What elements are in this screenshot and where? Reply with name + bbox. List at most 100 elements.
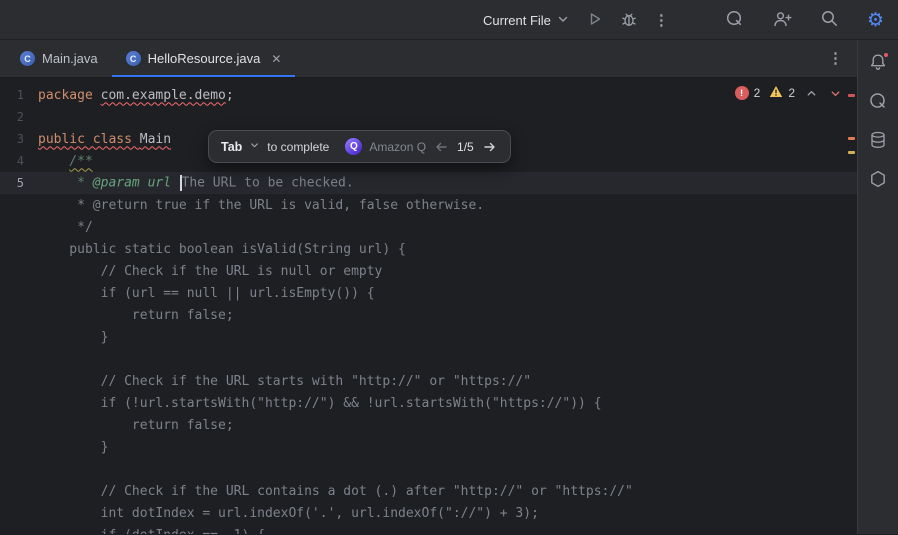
line-text: int dotIndex = url.indexOf('.', url.inde… bbox=[38, 506, 539, 521]
line-text: if (!url.startsWith("http://") && !url.s… bbox=[38, 396, 602, 411]
line-text: /** bbox=[38, 154, 93, 169]
line-text: */ bbox=[38, 220, 93, 235]
code-line[interactable]: return false; bbox=[0, 414, 857, 436]
line-number[interactable]: 3 bbox=[0, 132, 38, 146]
line-text: if (url == null || url.isEmpty()) { bbox=[38, 286, 375, 301]
workspace-row: C Main.java C HelloResource.java ✕ ⋮ 1pa… bbox=[0, 40, 898, 534]
next-suggestion-button[interactable] bbox=[481, 139, 498, 155]
add-user-button[interactable] bbox=[767, 5, 797, 36]
code-line[interactable]: public static boolean isValid(String url… bbox=[0, 238, 857, 260]
search-everywhere-button[interactable] bbox=[815, 5, 844, 35]
line-text: * @param url The URL to be checked. bbox=[38, 175, 354, 191]
editor-tabs: C Main.java C HelloResource.java ✕ ⋮ bbox=[0, 40, 857, 78]
chevron-down-icon bbox=[556, 12, 570, 29]
warning-icon bbox=[769, 85, 783, 101]
warning-stripe-mark[interactable] bbox=[848, 151, 855, 154]
code-line[interactable]: // Check if the URL contains a dot (.) a… bbox=[0, 480, 857, 502]
code-line[interactable] bbox=[0, 458, 857, 480]
code-line[interactable]: if (!url.startsWith("http://") && !url.s… bbox=[0, 392, 857, 414]
tab-key-label: Tab bbox=[221, 140, 242, 154]
line-text: // Check if the URL is null or empty bbox=[38, 264, 382, 279]
java-class-icon: C bbox=[20, 51, 35, 66]
code-line[interactable]: if (url == null || url.isEmpty()) { bbox=[0, 282, 857, 304]
code-line[interactable]: 1package com.example.demo; bbox=[0, 84, 857, 106]
tab-main-java[interactable]: C Main.java bbox=[6, 40, 112, 77]
amazon-q-icon bbox=[725, 9, 744, 31]
warning-stripe-mark[interactable] bbox=[848, 137, 855, 140]
line-text: // Check if the URL contains a dot (.) a… bbox=[38, 484, 633, 499]
notifications-button[interactable] bbox=[865, 50, 891, 76]
line-text: public static boolean isValid(String url… bbox=[38, 242, 406, 257]
line-text: } bbox=[38, 440, 108, 455]
prev-suggestion-button[interactable] bbox=[433, 139, 450, 155]
line-text: } bbox=[38, 330, 108, 345]
tab-label: HelloResource.java bbox=[148, 51, 261, 66]
amazon-q-tool-button[interactable] bbox=[865, 89, 891, 115]
java-class-icon: C bbox=[126, 51, 141, 66]
editor-pane: C Main.java C HelloResource.java ✕ ⋮ 1pa… bbox=[0, 40, 857, 534]
code-line[interactable]: if (dotIndex == -1) { bbox=[0, 524, 857, 534]
line-text: if (dotIndex == -1) { bbox=[38, 528, 265, 535]
line-text: // Check if the URL starts with "http://… bbox=[38, 374, 531, 389]
code-line[interactable]: return false; bbox=[0, 304, 857, 326]
code-editor[interactable]: 1package com.example.demo;23public class… bbox=[0, 78, 857, 534]
main-toolbar: Current File ⋮ bbox=[0, 0, 898, 40]
error-stripe-mark[interactable] bbox=[848, 94, 855, 97]
code-line[interactable]: } bbox=[0, 436, 857, 458]
code-line[interactable]: } bbox=[0, 326, 857, 348]
warning-count: 2 bbox=[788, 86, 795, 100]
code-line[interactable]: 2 bbox=[0, 106, 857, 128]
close-tab-icon[interactable]: ✕ bbox=[271, 52, 281, 66]
line-text: return false; bbox=[38, 418, 234, 433]
line-number[interactable]: 2 bbox=[0, 110, 38, 124]
settings-button[interactable]: ⚙ bbox=[862, 7, 889, 34]
prev-problem-button[interactable] bbox=[804, 86, 819, 101]
tab-helloresource-java[interactable]: C HelloResource.java ✕ bbox=[112, 40, 296, 77]
kebab-icon: ⋮ bbox=[654, 13, 669, 28]
tabbar-spacer bbox=[295, 40, 820, 77]
toolbar-right-group: ⚙ bbox=[720, 0, 889, 40]
amazon-q-icon bbox=[868, 91, 888, 114]
add-user-icon bbox=[772, 9, 792, 32]
line-number[interactable]: 1 bbox=[0, 88, 38, 102]
code-line-current[interactable]: 5 * @param url The URL to be checked. bbox=[0, 172, 857, 194]
run-config-label: Current File bbox=[483, 13, 551, 28]
database-tool-button[interactable] bbox=[865, 128, 891, 154]
code-line[interactable]: * @return true if the URL is valid, fals… bbox=[0, 194, 857, 216]
tab-label: Main.java bbox=[42, 51, 98, 66]
line-text: * @return true if the URL is valid, fals… bbox=[38, 198, 484, 213]
completion-hint-label: to complete bbox=[267, 140, 329, 154]
warnings-indicator[interactable]: 2 bbox=[769, 85, 795, 101]
run-button[interactable] bbox=[581, 6, 609, 35]
code-line[interactable]: int dotIndex = url.indexOf('.', url.inde… bbox=[0, 502, 857, 524]
line-number[interactable]: 5 bbox=[0, 176, 38, 190]
gear-icon: ⚙ bbox=[867, 11, 884, 30]
code-line[interactable] bbox=[0, 348, 857, 370]
debug-button[interactable] bbox=[615, 6, 643, 35]
amazon-q-toolbar-button[interactable] bbox=[720, 5, 749, 35]
errors-indicator[interactable]: ! 2 bbox=[735, 86, 761, 100]
provider-label: Amazon Q bbox=[369, 140, 426, 154]
more-actions-button[interactable]: ⋮ bbox=[649, 9, 674, 32]
next-problem-button[interactable] bbox=[828, 86, 843, 101]
amazon-q-logo: Q bbox=[345, 138, 362, 155]
search-icon bbox=[820, 9, 839, 31]
run-config-selector[interactable]: Current File bbox=[478, 8, 575, 33]
chevron-down-icon[interactable] bbox=[249, 140, 260, 154]
error-count: 2 bbox=[754, 86, 761, 100]
database-icon bbox=[868, 130, 888, 153]
bug-icon bbox=[620, 10, 638, 31]
ide-window: Current File ⋮ bbox=[0, 0, 898, 535]
inspections-widget: ! 2 2 bbox=[735, 85, 843, 101]
line-number[interactable]: 4 bbox=[0, 154, 38, 168]
notification-dot bbox=[883, 52, 889, 58]
code-line[interactable]: // Check if the URL starts with "http://… bbox=[0, 370, 857, 392]
completion-popup: Tab to complete Q Amazon Q 1/5 bbox=[208, 130, 511, 163]
modules-tool-button[interactable] bbox=[865, 167, 891, 193]
play-icon bbox=[586, 10, 604, 31]
code-line[interactable]: */ bbox=[0, 216, 857, 238]
line-text: package com.example.demo; bbox=[38, 88, 234, 103]
code-line[interactable]: // Check if the URL is null or empty bbox=[0, 260, 857, 282]
line-text: return false; bbox=[38, 308, 234, 323]
tab-options-button[interactable]: ⋮ bbox=[820, 47, 851, 70]
